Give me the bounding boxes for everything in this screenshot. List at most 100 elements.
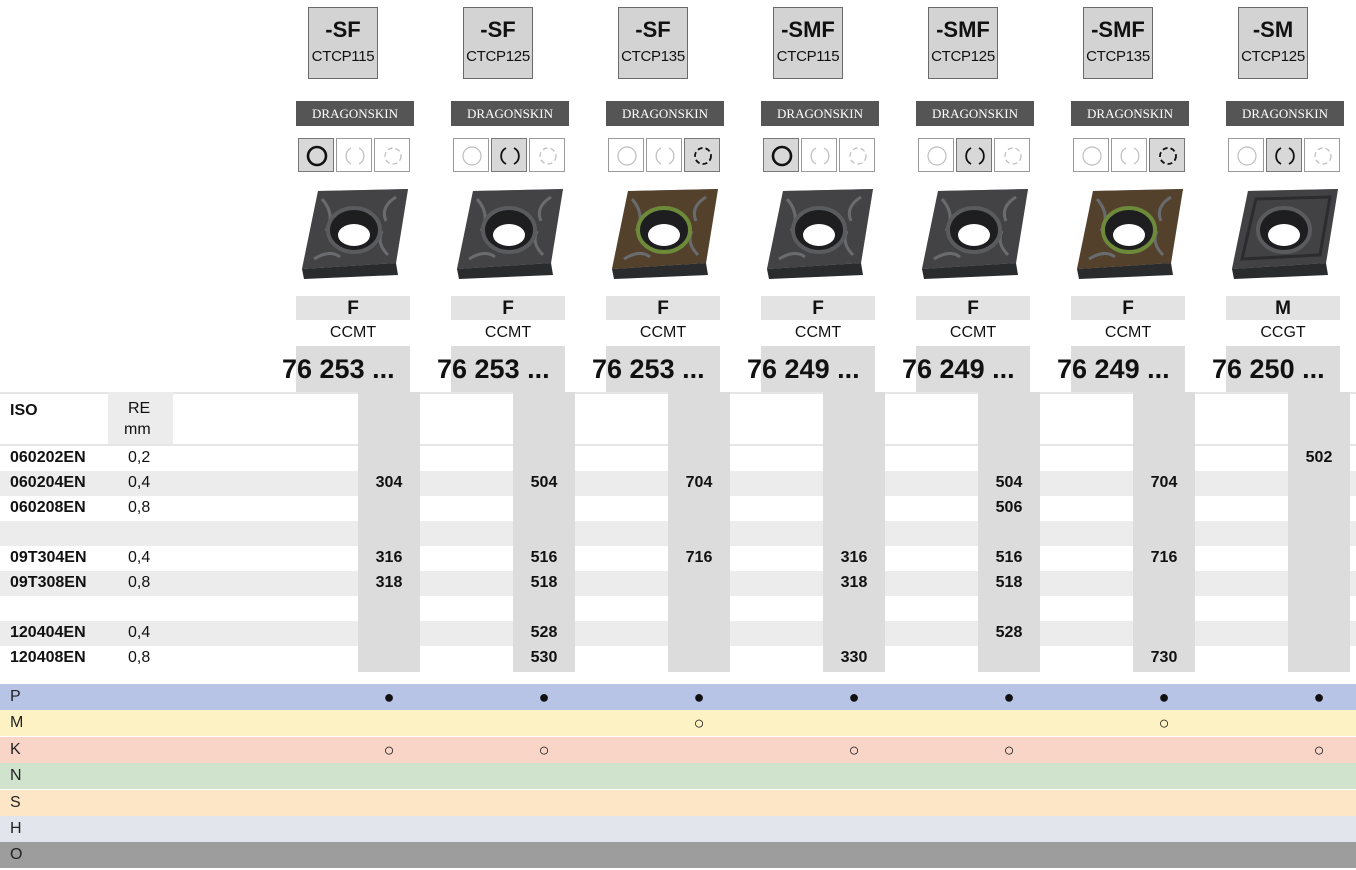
brand-label: DRAGONSKIN <box>622 106 708 121</box>
application-circle-icon <box>1228 138 1264 172</box>
corner-radius: 0,4 <box>128 624 151 641</box>
suitability-mark: ● <box>1003 687 1015 707</box>
suitability-mark: ○ <box>1003 739 1015 760</box>
suitability-mark: ● <box>1158 687 1170 707</box>
iso-code: 120408EN <box>10 649 86 666</box>
insert-image <box>451 185 569 281</box>
suitability-mark: ● <box>848 687 860 707</box>
article-suffix: 716 <box>685 549 713 566</box>
chipbreaker-label: -SMF <box>936 17 990 42</box>
material-label: S <box>10 793 21 811</box>
application-circle-icon <box>994 138 1030 172</box>
grade-label: CTCP125 <box>931 48 995 65</box>
article-number: 76 253 ... <box>437 354 550 384</box>
dragonskin-logo: DRAGONSKIN <box>451 101 569 126</box>
usage-code: F <box>916 296 1030 320</box>
application-range-icons <box>1073 138 1187 172</box>
brand-label: DRAGONSKIN <box>777 106 863 121</box>
chipbreaker-label: -SF <box>325 17 361 42</box>
article-suffix: 516 <box>995 549 1023 566</box>
application-circle-icon <box>491 138 527 172</box>
corner-radius: 0,4 <box>128 549 151 566</box>
grade-label: CTCP115 <box>776 48 840 65</box>
application-circle-icon <box>763 138 799 172</box>
chipbreaker-label: -SMF <box>781 17 835 42</box>
material-label: P <box>10 688 21 705</box>
brand-label: DRAGONSKIN <box>1087 106 1173 121</box>
application-range-icons <box>453 138 567 172</box>
article-suffix: 518 <box>995 574 1023 591</box>
application-range-icons <box>298 138 412 172</box>
chipbreaker-label: -SF <box>635 17 671 42</box>
article-suffix: 316 <box>840 549 868 566</box>
re-unit: mm <box>124 421 151 438</box>
article-suffix: 502 <box>1305 449 1333 466</box>
suitability-mark: ○ <box>848 739 860 760</box>
dragonskin-logo: DRAGONSKIN <box>761 101 879 126</box>
grade-label: CTCP125 <box>1241 48 1305 65</box>
geometry-chip: -SM CTCP125 <box>1238 7 1308 79</box>
iso-code: 060202EN <box>10 449 86 466</box>
grade-label: CTCP135 <box>1086 48 1150 65</box>
material-band: K ○ ○ ○ ○ ○ <box>0 736 1356 763</box>
article-suffix: 518 <box>530 574 558 591</box>
article-suffix: 504 <box>530 474 558 491</box>
article-suffix: 316 <box>375 549 403 566</box>
brand-label: DRAGONSKIN <box>467 106 553 121</box>
suitability-mark: ● <box>693 687 705 707</box>
suitability-mark: ● <box>383 687 395 707</box>
dragonskin-logo: DRAGONSKIN <box>1071 101 1189 126</box>
application-circle-icon <box>1111 138 1147 172</box>
material-label: N <box>10 767 22 785</box>
insert-type: CCMT <box>329 324 377 341</box>
geometry-chip: -SMF CTCP125 <box>928 7 998 79</box>
article-suffix: 318 <box>840 574 868 591</box>
usage-code: F <box>606 296 720 320</box>
article-suffix: 516 <box>530 549 558 566</box>
suitability-mark: ○ <box>693 713 705 734</box>
material-label: H <box>10 820 22 837</box>
article-suffix: 704 <box>685 474 713 491</box>
application-circle-icon <box>956 138 992 172</box>
article-number: 76 249 ... <box>1057 354 1170 384</box>
suitability-mark: ○ <box>538 739 550 760</box>
value-column <box>1288 392 1350 672</box>
material-band: M ○ ○ <box>0 710 1356 737</box>
application-circle-icon <box>336 138 372 172</box>
article-suffix: 528 <box>530 624 558 641</box>
insert-image <box>1226 185 1344 281</box>
grade-label: CTCP125 <box>466 48 530 65</box>
geometry-chip: -SF CTCP125 <box>463 7 533 79</box>
material-band: O <box>0 842 1356 869</box>
material-band: N <box>0 763 1356 790</box>
iso-code: 09T304EN <box>10 549 87 566</box>
corner-radius: 0,8 <box>128 574 151 591</box>
geometry-chip: -SF CTCP135 <box>618 7 688 79</box>
usage-code: F <box>1071 296 1185 320</box>
dragonskin-logo: DRAGONSKIN <box>1226 101 1344 126</box>
grade-label: CTCP115 <box>311 48 375 65</box>
corner-radius: 0,4 <box>128 474 151 491</box>
article-suffix: 506 <box>995 499 1023 516</box>
insert-type: CCMT <box>1104 324 1152 341</box>
insert-image <box>1071 185 1189 281</box>
article-number: 76 253 ... <box>282 354 395 384</box>
article-number: 76 250 ... <box>1212 354 1325 384</box>
application-circle-icon <box>1304 138 1340 172</box>
corner-radius: 0,8 <box>128 499 151 516</box>
brand-label: DRAGONSKIN <box>312 106 398 121</box>
application-circle-icon <box>1149 138 1185 172</box>
suitability-mark: ○ <box>1313 739 1325 760</box>
article-suffix: 704 <box>1150 474 1178 491</box>
suitability-mark: ● <box>538 687 550 707</box>
application-range-icons <box>763 138 877 172</box>
application-circle-icon <box>918 138 954 172</box>
article-number: 76 249 ... <box>902 354 1015 384</box>
value-column <box>358 392 420 672</box>
material-label: K <box>10 740 21 758</box>
usage-code: F <box>296 296 410 320</box>
dragonskin-logo: DRAGONSKIN <box>916 101 1034 126</box>
application-circle-icon <box>839 138 875 172</box>
material-band: P ● ● ● ● ● ● ● <box>0 684 1356 710</box>
iso-code: 060204EN <box>10 474 86 491</box>
